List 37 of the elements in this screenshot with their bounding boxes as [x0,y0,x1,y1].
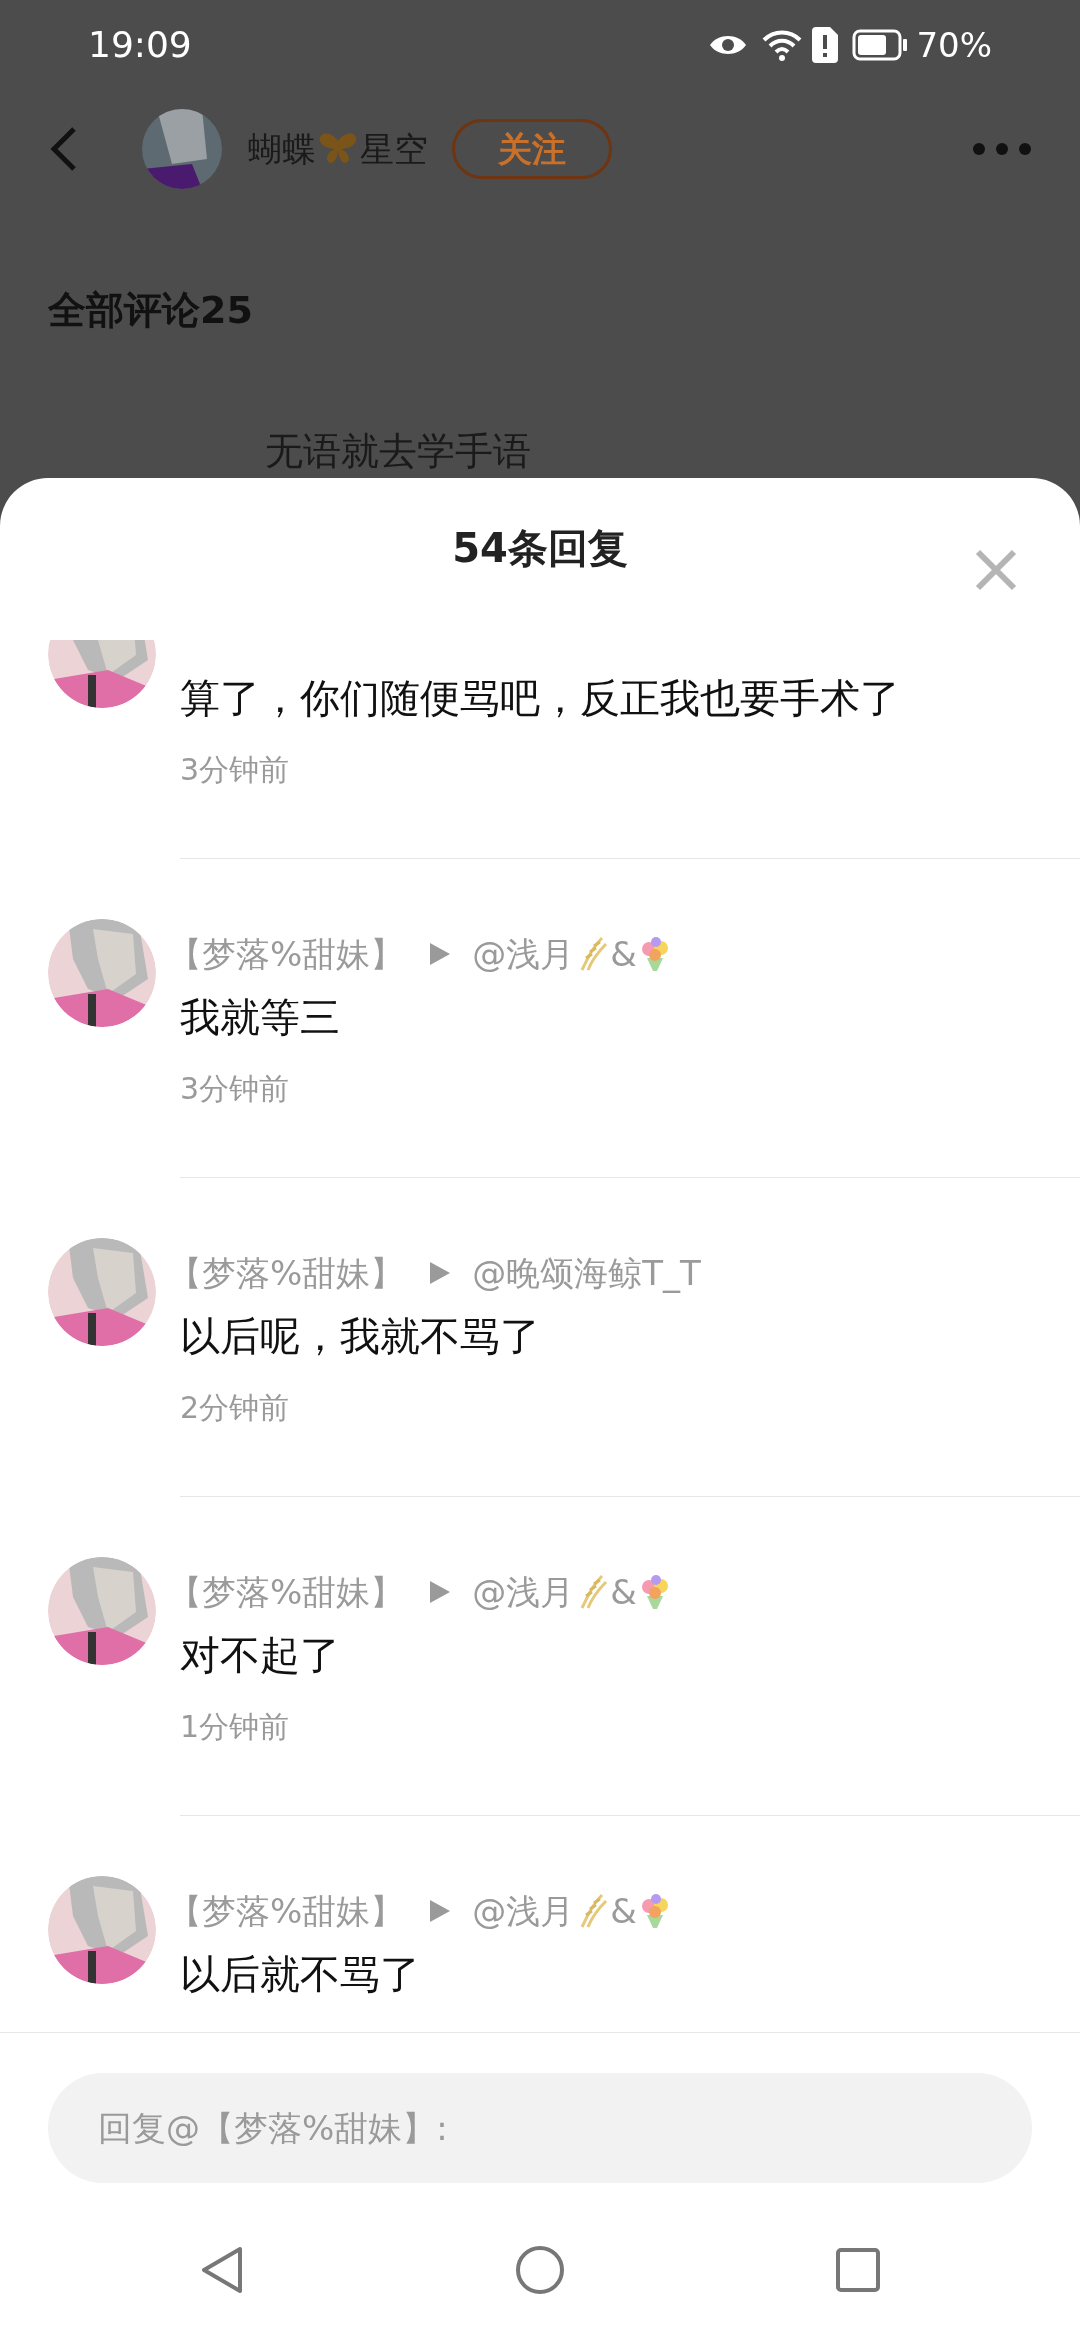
mention-text[interactable]: & [610,1566,637,1618]
comments-heading: 全部评论25 [47,287,254,334]
play-arrow-icon [430,1581,451,1603]
author-name[interactable]: 【梦落%甜妹】 [168,928,405,980]
reply-text: 以后呢，我就不骂了 [180,1312,541,1361]
author-name[interactable]: 【梦落%甜妹】 [168,1885,405,1937]
reply-input-text[interactable]: 回复@【梦落%甜妹】: [98,2102,982,2154]
mention-text[interactable]: @浅月 [472,928,575,980]
mention-text[interactable]: @浅月 [472,1885,575,1937]
author-name[interactable]: 【梦落%甜妹】 [168,1247,405,1299]
recents-nav-icon[interactable] [836,2248,880,2292]
home-nav-icon[interactable] [515,2245,565,2295]
author-name[interactable]: 【梦落%甜妹】 [168,1566,405,1618]
timestamp: 3分钟前 [180,751,291,789]
mention-text[interactable]: & [610,1885,637,1937]
wifi-icon [762,28,803,62]
status-time: 19:09 [88,23,192,67]
back-nav-icon[interactable] [200,2245,244,2295]
reply-text: 我就等三 [180,993,341,1042]
mention-text[interactable]: & [610,928,637,980]
reply-input[interactable]: 回复@【梦落%甜妹】: [48,2073,1032,2183]
reply-text: 算了，你们随便骂吧，反正我也要手术了 [180,674,901,723]
play-arrow-icon [430,1900,451,1922]
battery-icon [852,29,909,61]
play-arrow-icon [430,943,451,965]
timestamp: 1分钟前 [180,1708,291,1746]
sim-alert-icon [812,27,839,63]
mention-text[interactable]: @浅月 [472,1566,575,1618]
timestamp: 3分钟前 [180,1070,291,1108]
follow-button[interactable]: 关注 [452,119,612,179]
play-arrow-icon [430,1262,451,1284]
sheet-title: 54条回复 [452,524,628,573]
battery-percent: 70% [916,23,992,67]
timestamp: 2分钟前 [180,1389,291,1427]
reply-text: 对不起了 [180,1631,341,1680]
mention-text[interactable]: @晚颂海鲸T_T [472,1247,701,1299]
reply-text: 以后就不骂了 [180,1950,421,1999]
